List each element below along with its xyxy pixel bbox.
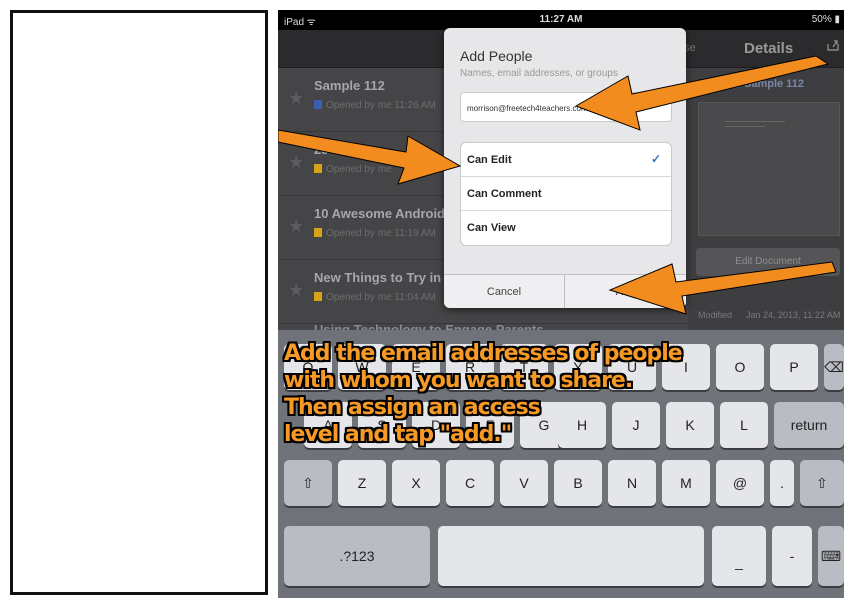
backspace-key[interactable]: ⌫ [824, 344, 844, 390]
doc-meta: Opened by me 11:04 AM [314, 292, 436, 303]
checkmark-icon: ✓ [650, 152, 661, 166]
option-label: Can Edit [467, 154, 512, 166]
arrow-to-can-edit [278, 129, 462, 185]
doc-title: New Things to Try in the [314, 270, 465, 285]
clock: 11:27 AM [539, 14, 583, 25]
hide-keyboard-key[interactable]: ⌨ [818, 526, 844, 586]
arrow-to-add-button [608, 261, 837, 315]
doc-meta-text: Opened by me 11:26 AM [326, 100, 436, 111]
option-label: Can View [467, 222, 516, 234]
numbers-key[interactable]: .?123 [284, 526, 430, 586]
doc-meta: Opened by me 11:26 AM [314, 100, 436, 111]
space-bar[interactable] [438, 526, 704, 586]
access-level-list: Can Edit ✓ Can Comment Can View [460, 142, 672, 246]
option-can-edit[interactable]: Can Edit ✓ [461, 143, 671, 177]
doc-meta: Opened by me 11:19 AM [314, 228, 436, 239]
doc-type-icon [314, 292, 322, 301]
doc-type-icon [314, 100, 322, 109]
key-v[interactable]: V [500, 460, 548, 506]
star-icon[interactable]: ★ [288, 216, 304, 237]
caption-line: Add the email addresses of people [284, 341, 683, 366]
backspace-icon: ⌫ [824, 359, 844, 375]
key-c[interactable]: C [446, 460, 494, 506]
key-dash[interactable]: - [772, 526, 812, 586]
key-x[interactable]: X [392, 460, 440, 506]
star-icon[interactable]: ★ [288, 280, 304, 301]
key-b[interactable]: B [554, 460, 602, 506]
caption-line: with whom you want to share. [284, 368, 633, 393]
instruction-caption: Add the email addresses of people with w… [284, 340, 704, 448]
option-can-comment[interactable]: Can Comment [461, 177, 671, 211]
popover-title: Add People [460, 48, 533, 64]
blank-left-panel [10, 10, 268, 595]
key-z[interactable]: Z [338, 460, 386, 506]
doc-meta-text: Opened by me 11:19 AM [326, 228, 436, 239]
doc-meta-text: Opened by me 11:04 AM [326, 292, 436, 303]
key-o[interactable]: O [716, 344, 764, 390]
shift-icon: ⇧ [302, 475, 314, 491]
star-icon[interactable]: ★ [288, 88, 304, 109]
shift-key-right[interactable]: ⇧ [800, 460, 844, 506]
return-key[interactable]: return [774, 402, 844, 448]
arrow-to-email-field [574, 55, 830, 131]
cancel-button[interactable]: Cancel [444, 275, 565, 308]
battery-indicator: 50% ▮ [811, 14, 840, 25]
option-can-view[interactable]: Can View [461, 211, 671, 245]
key-p[interactable]: P [770, 344, 818, 390]
screenshot-canvas: iPad ᯤ 11:27 AM 50% ▮ se Details ★ Sampl… [0, 0, 844, 598]
option-label: Can Comment [467, 188, 542, 200]
key-period[interactable]: . [770, 460, 794, 506]
key-n[interactable]: N [608, 460, 656, 506]
hide-keyboard-icon: ⌨ [820, 548, 842, 564]
doc-title: Sample 112 [314, 78, 385, 93]
caption-line: level and tap "add." [284, 422, 512, 447]
status-bar: iPad ᯤ 11:27 AM 50% ▮ [278, 10, 844, 30]
doc-type-icon [314, 228, 322, 237]
shift-icon: ⇧ [816, 475, 828, 491]
caption-line: Then assign an access [284, 395, 541, 420]
key-l[interactable]: L [720, 402, 768, 448]
key-at[interactable]: @ [716, 460, 764, 506]
shift-key-left[interactable]: ⇧ [284, 460, 332, 506]
key-underscore[interactable]: _ [712, 526, 766, 586]
key-m[interactable]: M [662, 460, 710, 506]
